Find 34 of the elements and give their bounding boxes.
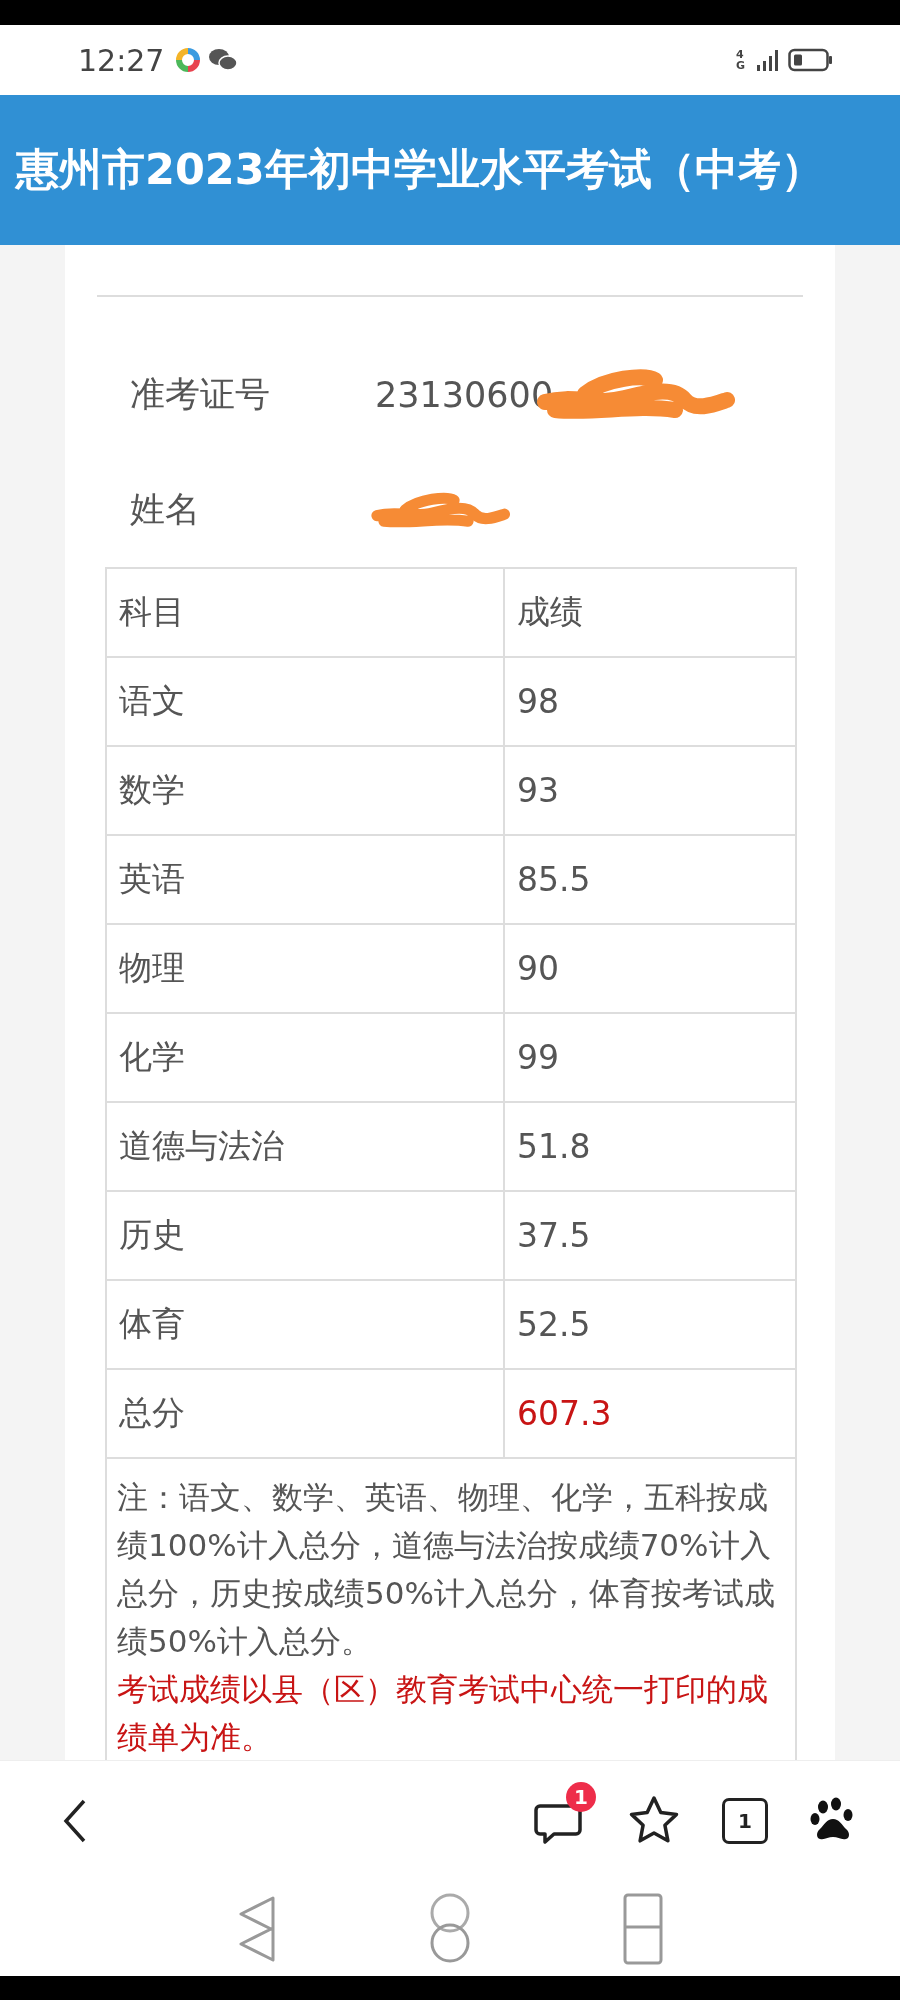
notification-badge: 1	[566, 1782, 596, 1812]
table-cell: 98	[504, 657, 796, 746]
table-cell: 51.8	[504, 1102, 796, 1191]
tab-count-button[interactable]: 1	[722, 1798, 768, 1844]
chat-app-icon	[208, 47, 239, 73]
table-cell: 总分	[106, 1369, 504, 1458]
table-cell: 数学	[106, 746, 504, 835]
table-cell: 52.5	[504, 1280, 796, 1369]
field-label: 姓名	[129, 488, 201, 531]
network-label: 4G	[736, 49, 747, 71]
table-cell: 37.5	[504, 1191, 796, 1280]
table-cell: 英语	[106, 835, 504, 924]
column-header: 成绩	[504, 568, 796, 657]
table-cell: 历史	[106, 1191, 504, 1280]
table-cell: 90	[504, 924, 796, 1013]
status-time: 12:27	[78, 42, 165, 78]
warning-text: 考试成绩以县（区）教育考试中心统一打印的成绩单为准。	[117, 1670, 769, 1757]
page-title: 惠州市2023年初中学业水平考试（中考）	[16, 143, 824, 196]
table-cell: 体育	[106, 1280, 504, 1369]
field-value: 23130600	[375, 374, 554, 415]
table-cell: 85.5	[504, 835, 796, 924]
note-text: 注：语文、数学、英语、物理、化学，五科按成绩100%计入总分，道德与法治按成绩70%计入总分，历史按成绩50%计入总分，体育按考试成绩50%计入总分。	[117, 1478, 776, 1661]
battery-icon	[788, 48, 834, 72]
column-header: 科目	[106, 568, 504, 657]
table-cell: 607.3	[504, 1369, 796, 1458]
table-cell: 93	[504, 746, 796, 835]
table-cell: 化学	[106, 1013, 504, 1102]
app-icon	[174, 46, 203, 74]
table-cell: 语文	[106, 657, 504, 746]
recents-nav-icon[interactable]	[623, 1892, 663, 1965]
table-cell: 道德与法治	[106, 1102, 504, 1191]
field-label: 准考证号	[129, 373, 271, 416]
table-cell: 物理	[106, 924, 504, 1013]
table-cell: 99	[504, 1013, 796, 1102]
